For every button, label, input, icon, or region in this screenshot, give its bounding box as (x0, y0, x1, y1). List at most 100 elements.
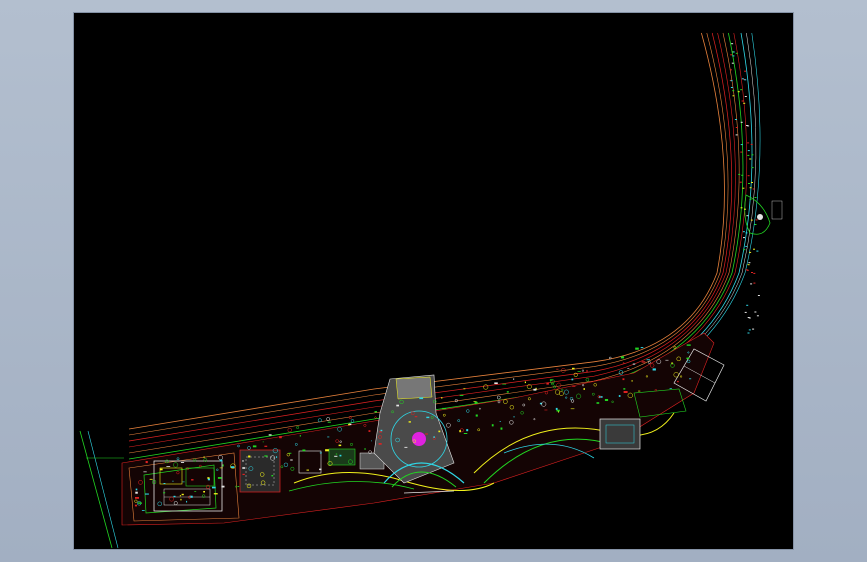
planting-mark (364, 448, 366, 450)
planting-mark (134, 504, 137, 507)
planting-mark (252, 445, 257, 448)
planting-mark (747, 150, 750, 152)
planting-mark (689, 378, 692, 380)
planting-mark (730, 54, 733, 56)
planting-mark (741, 100, 744, 102)
planting-mark (173, 495, 176, 498)
planting-mark (379, 431, 382, 433)
planting-mark (396, 404, 399, 407)
planting-mark (474, 401, 478, 404)
planting-mark (751, 182, 753, 183)
planting-mark (380, 429, 383, 432)
planting-mark (635, 347, 639, 350)
planting-mark (735, 127, 738, 128)
planting-mark (463, 433, 468, 434)
planting-mark (740, 144, 743, 146)
planting-mark (264, 445, 268, 447)
planting-mark (544, 409, 548, 411)
planting-mark (748, 183, 750, 184)
planting-mark (756, 315, 759, 317)
planting-mark (213, 493, 218, 495)
planting-mark (287, 427, 292, 433)
planting-mark (502, 383, 507, 385)
planting-mark (731, 43, 734, 45)
planting-mark (524, 381, 526, 384)
planting-mark (374, 411, 377, 413)
planting-mark (506, 391, 509, 393)
planting-mark (749, 198, 752, 200)
planting-mark (749, 251, 752, 253)
planting-mark (181, 493, 184, 496)
planting-mark (442, 407, 447, 410)
planting-mark (248, 455, 251, 458)
planting-mark (325, 449, 329, 452)
planting-mark (622, 362, 625, 364)
planting-mark (747, 264, 750, 266)
planting-mark (731, 62, 734, 64)
planting-mark (145, 461, 148, 464)
planting-mark (647, 361, 651, 364)
planting-mark (743, 102, 746, 104)
planting-mark (466, 429, 469, 432)
planting-mark (166, 466, 171, 467)
planting-mark (219, 459, 223, 462)
planting-mark (735, 52, 738, 54)
planting-mark (135, 488, 138, 491)
planting-mark (491, 424, 494, 427)
planting-mark (741, 174, 744, 176)
planting-mark (180, 498, 182, 501)
planting-mark (425, 433, 428, 435)
planting-mark (747, 332, 750, 334)
planting-mark (743, 249, 746, 251)
planting-mark (473, 401, 477, 402)
planting-mark (751, 167, 754, 169)
planting-mark (754, 311, 757, 313)
planting-mark (203, 491, 205, 493)
planting-mark (749, 187, 752, 189)
planting-mark (404, 446, 408, 448)
planting-mark (239, 440, 241, 442)
planting-mark (221, 485, 225, 488)
planting-mark (338, 444, 342, 447)
planting-mark (368, 430, 371, 432)
planting-mark (740, 151, 743, 153)
planting-mark (327, 421, 331, 423)
planting-mark (757, 295, 760, 296)
planting-mark (135, 491, 138, 494)
planting-mark (735, 134, 738, 136)
road-line (128, 32, 725, 430)
planting-mark (271, 475, 274, 477)
planting-mark (546, 382, 549, 385)
planting-mark (141, 510, 145, 511)
planting-mark (350, 419, 355, 423)
planting-mark (317, 418, 322, 423)
planting-mark (262, 441, 264, 443)
planting-mark (186, 500, 188, 503)
planting-mark (754, 197, 757, 198)
planting-mark (596, 402, 600, 404)
planting-mark (732, 90, 735, 92)
planting-mark (585, 369, 589, 372)
planting-mark (623, 388, 626, 390)
planting-mark (556, 409, 560, 412)
planting-mark (513, 416, 515, 418)
planting-mark (160, 468, 163, 471)
planting-mark (222, 464, 224, 467)
planting-mark (747, 142, 750, 144)
planting-mark (570, 408, 575, 410)
planting-mark (556, 368, 559, 370)
planting-mark (742, 231, 745, 233)
cad-drawing-viewport[interactable] (74, 13, 793, 549)
planting-mark (744, 311, 747, 313)
planting-mark (753, 282, 756, 284)
planting-mark (163, 492, 166, 494)
planting-mark (143, 471, 147, 473)
planting-mark (242, 473, 245, 475)
planting-mark (276, 456, 278, 458)
planting-mark (237, 486, 240, 487)
planting-mark (746, 269, 749, 271)
planting-mark (194, 491, 197, 492)
planting-mark (135, 497, 139, 499)
left-boundary (79, 430, 124, 549)
planting-mark (572, 367, 575, 370)
